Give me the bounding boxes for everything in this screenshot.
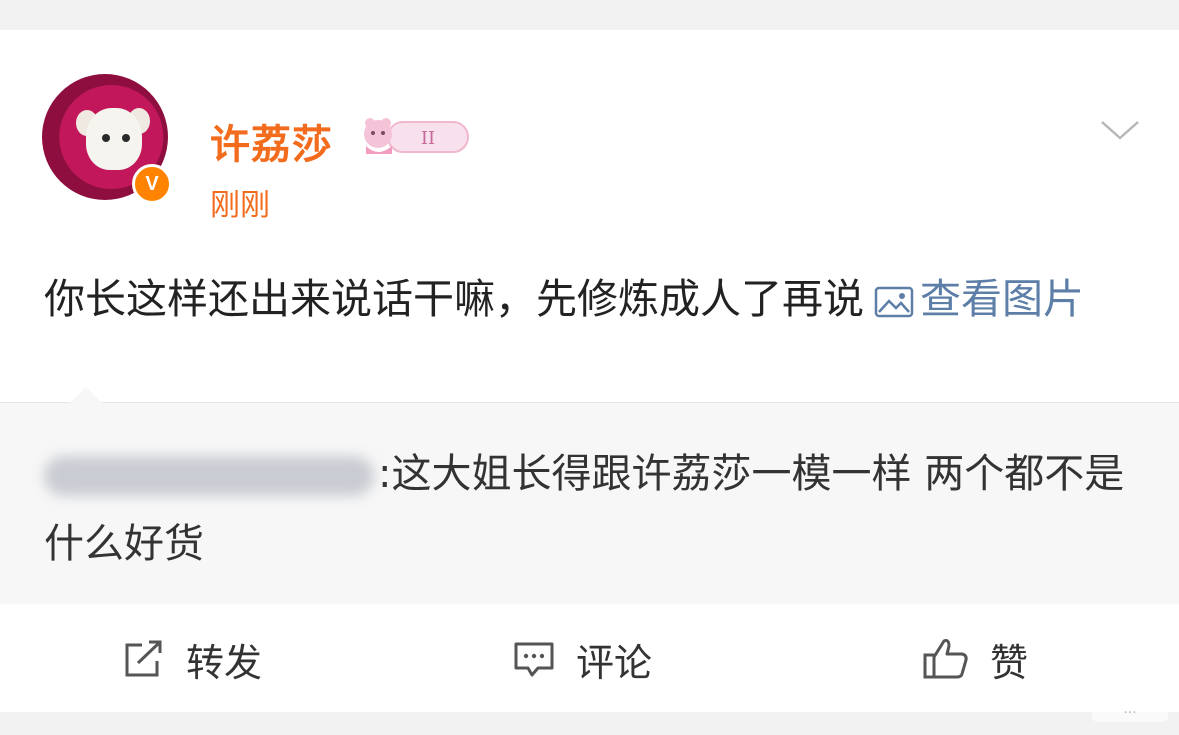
- svg-text:···: ···: [1123, 705, 1136, 721]
- svg-text:II: II: [421, 128, 435, 149]
- like-label: 赞: [990, 640, 1029, 685]
- bottom-separator: [0, 712, 1179, 735]
- weibo-post-card: V 许荔莎 II 刚刚 你长这样还出来说话干嘛，先修炼成人了再说 查看图片: [0, 30, 1179, 402]
- like-button[interactable]: 赞: [922, 634, 1029, 685]
- top-separator: [0, 0, 1179, 30]
- quoted-comment[interactable]: :这大姐长得跟许荔莎一模一样 两个都不是什么好货: [0, 387, 1179, 605]
- comment-icon: [514, 642, 554, 677]
- chevron-down-icon[interactable]: [1100, 118, 1140, 142]
- dog-face: [86, 108, 142, 170]
- member-badge-icon: II: [364, 118, 469, 154]
- post-time: 刚刚: [210, 188, 270, 223]
- thumbs-up-icon: [923, 639, 968, 679]
- image-icon[interactable]: [874, 285, 914, 319]
- comment-button[interactable]: 评论: [512, 634, 653, 685]
- quoted-comment-content: :这大姐长得跟许荔莎一模一样 两个都不是什么好货: [44, 439, 1144, 579]
- verified-icon: V: [132, 164, 172, 204]
- quote-notch: [70, 387, 102, 403]
- post-text: 你长这样还出来说话干嘛，先修炼成人了再说: [44, 275, 864, 323]
- post-content: 你长这样还出来说话干嘛，先修炼成人了再说 查看图片: [44, 264, 1144, 334]
- action-bar: 转发 评论 赞: [0, 604, 1179, 712]
- watermark-icon: ···: [1092, 700, 1168, 722]
- repost-label: 转发: [186, 640, 263, 685]
- author-name[interactable]: 许荔莎: [210, 112, 333, 170]
- view-image-link[interactable]: 查看图片: [920, 275, 1084, 323]
- dog-eye-left: [102, 134, 110, 142]
- repost-button[interactable]: 转发: [122, 634, 263, 685]
- dog-eye-right: [122, 134, 130, 142]
- comment-label: 评论: [576, 640, 653, 685]
- share-icon: [125, 640, 162, 677]
- blurred-username: [44, 456, 374, 496]
